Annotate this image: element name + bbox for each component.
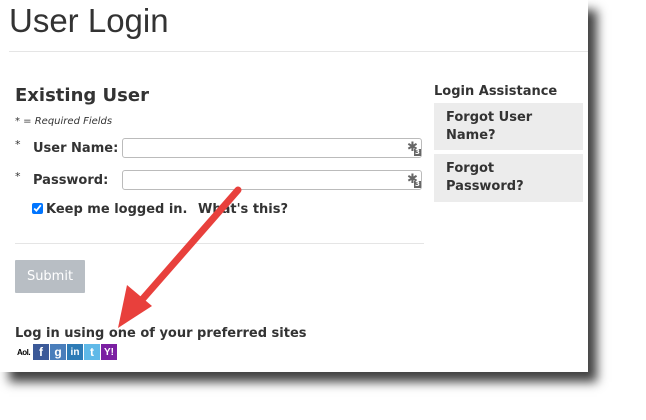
forgot-username-label: Forgot User Name?: [446, 110, 533, 143]
page-title: User Login: [9, 2, 169, 39]
forgot-username-link[interactable]: Forgot User Name?: [434, 103, 583, 150]
login-screenshot-card: User Login Existing User * = Required Fi…: [0, 0, 588, 372]
password-row: * Password: ✱ 3: [15, 170, 435, 192]
aol-icon[interactable]: Aol.: [15, 344, 32, 360]
required-fields-note: * = Required Fields: [15, 116, 113, 127]
required-star: *: [15, 138, 21, 151]
google-icon[interactable]: g: [50, 344, 66, 360]
social-login-title: Log in using one of your preferred sites: [15, 326, 307, 341]
forgot-password-link[interactable]: Forgot Password?: [434, 154, 583, 202]
keep-logged-in-checkbox[interactable]: [32, 203, 43, 214]
social-login-icons: Aol. f g in t Y!: [15, 344, 117, 360]
facebook-icon[interactable]: f: [33, 344, 49, 360]
title-divider: [9, 51, 588, 52]
password-manager-icon[interactable]: ✱ 3: [407, 141, 421, 156]
username-input[interactable]: [122, 138, 422, 158]
password-label: Password:: [33, 173, 109, 188]
linkedin-icon[interactable]: in: [67, 344, 83, 360]
yahoo-icon[interactable]: Y!: [101, 344, 117, 360]
twitter-icon[interactable]: t: [84, 344, 100, 360]
required-star: *: [15, 170, 21, 183]
existing-user-heading: Existing User: [15, 85, 149, 106]
whats-this-link[interactable]: What's this?: [198, 202, 288, 217]
keep-logged-in-label: Keep me logged in.: [46, 202, 188, 217]
form-divider: [15, 243, 424, 244]
username-label: User Name:: [33, 141, 119, 156]
password-manager-badge: 3: [414, 180, 421, 188]
password-manager-badge: 3: [414, 148, 421, 156]
password-input[interactable]: [122, 170, 422, 190]
login-assistance-title: Login Assistance: [434, 84, 558, 99]
username-row: * User Name: ✱ 3: [15, 138, 435, 160]
password-manager-icon[interactable]: ✱ 3: [407, 173, 421, 188]
forgot-password-label: Forgot Password?: [446, 161, 524, 194]
submit-button[interactable]: Submit: [15, 260, 85, 293]
